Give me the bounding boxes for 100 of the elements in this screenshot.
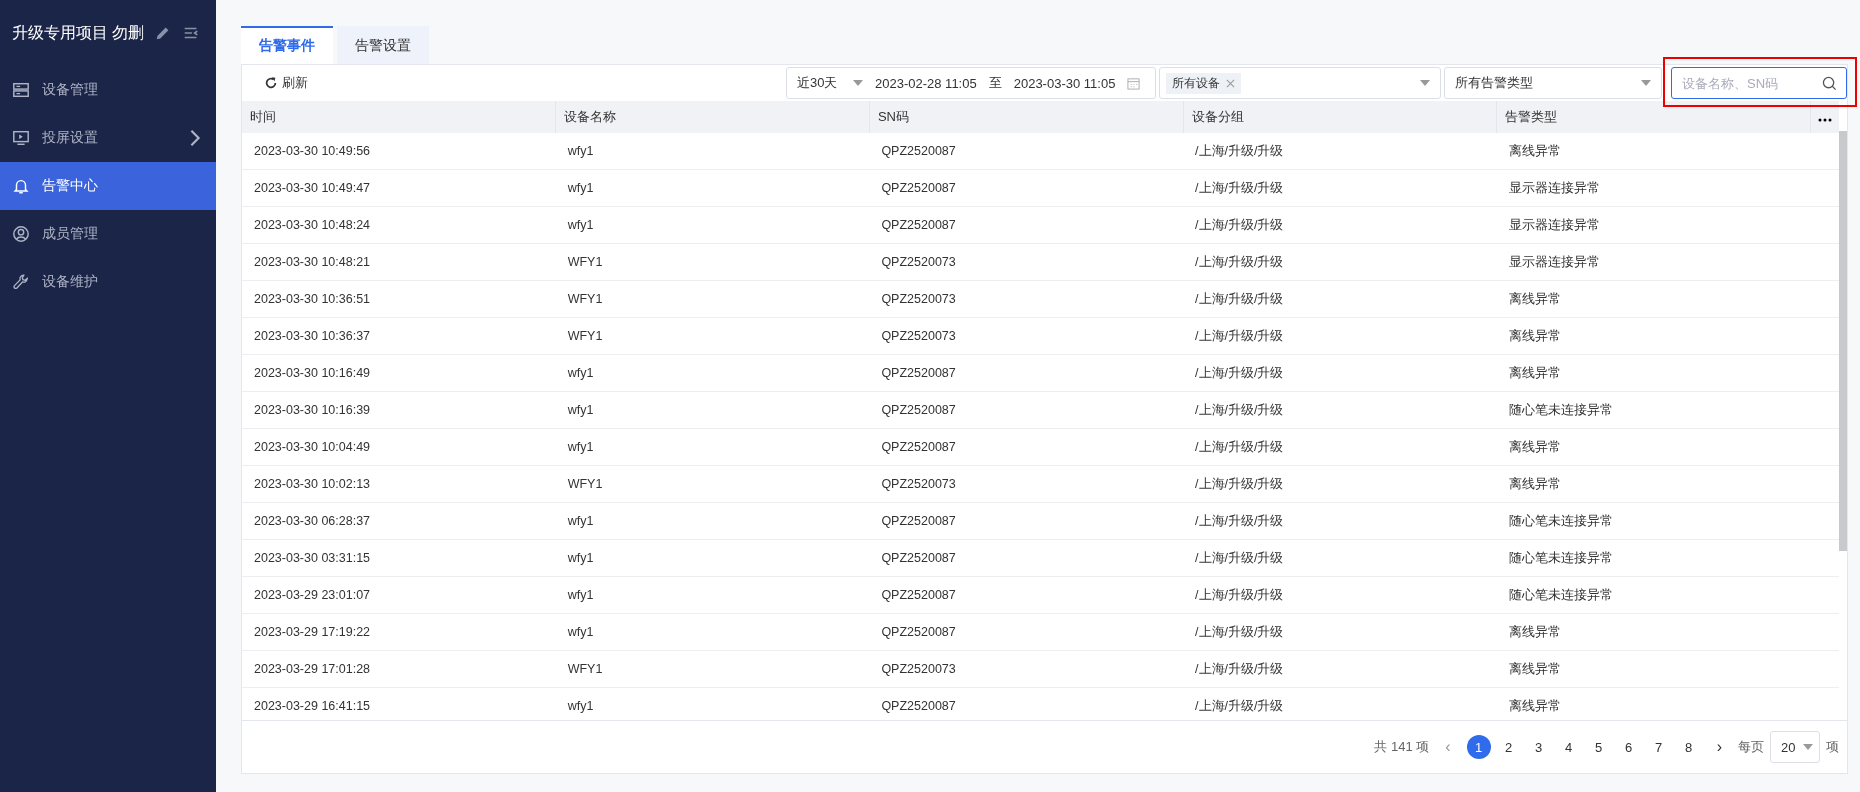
table-cell: 显示器连接异常 [1496,243,1811,281]
table-cell: /上海/升级/升级 [1183,576,1497,614]
sidebar-item[interactable]: 成员管理 [0,210,216,258]
column-header: 时间 [242,101,556,133]
column-header: 告警类型 [1496,101,1811,133]
table-cell: QPZ2520087 [869,502,1184,540]
table-cell: WFY1 [555,243,870,281]
calendar-icon [1127,76,1141,90]
table-cell: /上海/升级/升级 [1183,243,1497,281]
caret-icon [1641,80,1651,86]
table-cell: WFY1 [555,280,870,318]
sidebar-item[interactable]: 告警中心 [0,162,216,210]
table-cell: 离线异常 [1496,317,1811,355]
table-cell: /上海/升级/升级 [1183,428,1497,466]
table-cell: /上海/升级/升级 [1183,613,1497,651]
user-icon [12,225,30,243]
table-cell: 2023-03-30 10:36:51 [242,280,556,318]
table-cell: QPZ2520073 [869,243,1184,281]
table-cell: QPZ2520087 [869,354,1184,392]
table-cell: QPZ2520087 [869,169,1184,207]
date-range-picker[interactable]: 近30天 2023-02-28 11:05 至 2023-03-30 11:05 [786,67,1156,99]
table-cell: 显示器连接异常 [1496,169,1811,207]
per-page-label: 每页 [1738,738,1764,756]
table-cell: QPZ2520087 [869,539,1184,577]
more-icon[interactable] [1818,117,1832,122]
table-cell: 离线异常 [1496,465,1811,503]
table-cell: 2023-03-30 10:49:56 [242,133,556,170]
page-size-select[interactable]: 20 [1770,731,1820,763]
refresh-button[interactable]: 刷新 [258,73,314,93]
monitor-icon [12,129,30,147]
wrench-icon [12,273,30,291]
column-header: 设备名称 [555,101,870,133]
tab[interactable]: 告警设置 [337,26,429,64]
table-cell: /上海/升级/升级 [1183,539,1497,577]
table-cell: wfy1 [555,502,870,540]
table-cell: 离线异常 [1496,613,1811,651]
table-cell: 离线异常 [1496,280,1811,318]
page-button[interactable]: 1 [1466,735,1491,759]
table-cell: wfy1 [555,687,870,720]
table-cell: QPZ2520087 [869,687,1184,720]
table-cell: WFY1 [555,650,870,688]
table-cell: /上海/升级/升级 [1183,169,1497,207]
table-cell: wfy1 [555,539,870,577]
next-page-button[interactable]: › [1706,738,1732,756]
table-cell: QPZ2520087 [869,133,1184,170]
table-cell: 2023-03-30 06:28:37 [242,502,556,540]
table-cell: /上海/升级/升级 [1183,502,1497,540]
table-cell: 随心笔未连接异常 [1496,576,1811,614]
sidebar-item[interactable]: 设备维护 [0,258,216,306]
table-cell: QPZ2520087 [869,576,1184,614]
page-button[interactable]: 7 [1646,735,1671,759]
table-cell: /上海/升级/升级 [1183,391,1497,429]
table-cell: wfy1 [555,169,870,207]
table-cell: 2023-03-30 10:48:24 [242,206,556,244]
table-cell: wfy1 [555,613,870,651]
table-cell: 2023-03-30 10:48:21 [242,243,556,281]
bell-icon [12,177,30,195]
table-cell: 2023-03-30 10:36:37 [242,317,556,355]
table-cell: QPZ2520073 [869,465,1184,503]
alarm-type-select[interactable]: 所有告警类型 [1444,67,1662,99]
page-button[interactable]: 6 [1616,735,1641,759]
table-cell: QPZ2520087 [869,428,1184,466]
device-select[interactable]: 所有设备 [1159,67,1441,99]
sidebar-item[interactable]: 投屏设置 [0,114,216,162]
table-cell: wfy1 [555,391,870,429]
sidebar-item[interactable]: 设备管理 [0,66,216,114]
table-cell: QPZ2520087 [869,613,1184,651]
table-cell: QPZ2520073 [869,280,1184,318]
search-field[interactable]: 设备名称、SN码 [1671,67,1847,99]
table-cell: 2023-03-30 03:31:15 [242,539,556,577]
project-title: 升级专用项目 勿删 [12,22,145,43]
table-cell: 2023-03-30 10:49:47 [242,169,556,207]
page-button[interactable]: 5 [1586,735,1611,759]
table-cell: WFY1 [555,465,870,503]
table-cell: 随心笔未连接异常 [1496,502,1811,540]
scrollbar[interactable] [1839,131,1847,551]
table-cell: wfy1 [555,354,870,392]
table-cell: wfy1 [555,206,870,244]
table-cell: wfy1 [555,133,870,170]
table-cell: 2023-03-30 10:04:49 [242,428,556,466]
table-cell: 离线异常 [1496,687,1811,720]
page-button[interactable]: 8 [1676,735,1701,759]
table-cell: /上海/升级/升级 [1183,206,1497,244]
page-button[interactable]: 4 [1556,735,1581,759]
column-header: SN码 [869,101,1184,133]
page-button[interactable]: 2 [1496,735,1521,759]
table-cell: QPZ2520087 [869,206,1184,244]
per-page-unit: 项 [1826,738,1839,756]
table-cell: /上海/升级/升级 [1183,687,1497,720]
total-count: 共 141 项 [1374,738,1430,756]
table-cell: 离线异常 [1496,133,1811,170]
table-cell: /上海/升级/升级 [1183,133,1497,170]
table-cell: 离线异常 [1496,354,1811,392]
page-button[interactable]: 3 [1526,735,1551,759]
table-cell: wfy1 [555,428,870,466]
table-cell: 2023-03-30 10:16:49 [242,354,556,392]
table-cell: 2023-03-30 10:16:39 [242,391,556,429]
table-cell: 2023-03-29 17:19:22 [242,613,556,651]
tab[interactable]: 告警事件 [241,26,333,64]
search-icon [1822,76,1837,91]
